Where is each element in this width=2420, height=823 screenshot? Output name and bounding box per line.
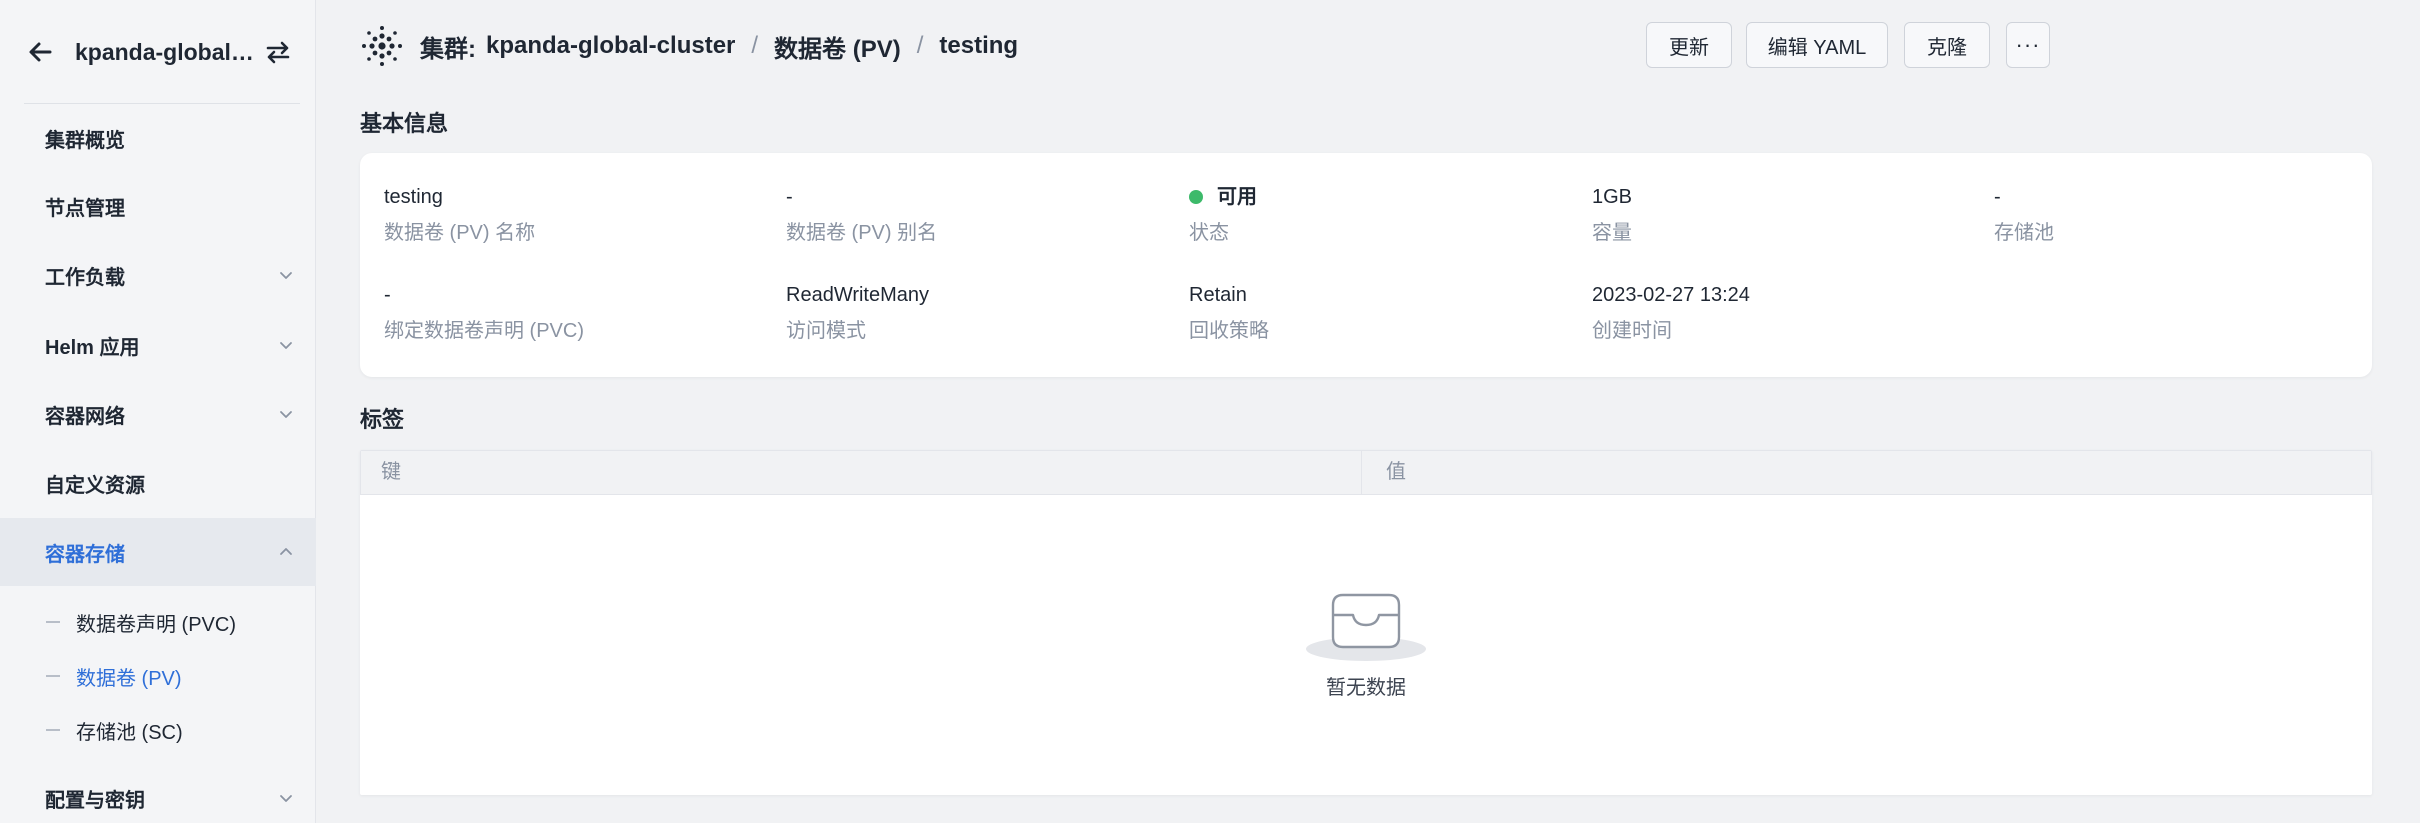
more-actions-button[interactable]: ··· xyxy=(2006,22,2050,68)
field-value: 1GB xyxy=(1592,186,1633,208)
empty-inbox-icon xyxy=(1306,593,1426,661)
sidebar-item-label: 工作负载 xyxy=(45,266,125,289)
sidebar-item-label: 容器网络 xyxy=(45,405,125,428)
sidebar-item-container-storage[interactable]: 容器存储 xyxy=(0,518,316,586)
sidebar-header: kpanda-global-... xyxy=(0,0,316,104)
sidebar-item-helm-apps[interactable]: Helm 应用 xyxy=(0,311,316,379)
dash-marker xyxy=(46,621,60,623)
breadcrumb-prefix: 集群: xyxy=(420,35,476,63)
chevron-up-icon xyxy=(280,548,292,555)
sidebar-subitem-sc[interactable]: 存储池 (SC) xyxy=(0,705,316,755)
chevron-down-icon xyxy=(280,342,292,349)
field-bound-pvc: - 绑定数据卷声明 (PVC) xyxy=(384,281,764,345)
sidebar-item-label: 配置与密钥 xyxy=(45,789,145,812)
basic-info-title: 基本信息 xyxy=(360,111,449,136)
chevron-down-icon xyxy=(280,411,292,418)
field-label: 数据卷 (PV) 别名 xyxy=(786,222,938,244)
field-status: 可用 状态 xyxy=(1189,183,1569,247)
field-value: 2023-02-27 13:24 xyxy=(1592,284,1750,306)
field-capacity: 1GB 容量 xyxy=(1592,183,1972,247)
column-header-key: 键 xyxy=(361,451,1362,494)
status-dot-icon xyxy=(1189,190,1203,204)
field-value: - xyxy=(786,186,793,208)
field-value: testing xyxy=(384,186,443,208)
table-header: 键 值 xyxy=(360,450,2372,495)
sidebar-item-label: 节点管理 xyxy=(45,197,125,220)
field-value: ReadWriteMany xyxy=(786,284,930,306)
breadcrumb-current: testing xyxy=(939,32,1019,59)
sidebar-item-node-management[interactable]: 节点管理 xyxy=(0,172,316,240)
breadcrumb-separator: / xyxy=(916,32,924,59)
field-label: 状态 xyxy=(1189,222,1229,244)
sidebar-item-cluster-overview[interactable]: 集群概览 xyxy=(0,104,316,172)
field-value: Retain xyxy=(1189,284,1247,306)
sidebar-item-label: Helm 应用 xyxy=(45,336,140,359)
field-label: 回收策略 xyxy=(1189,320,1269,342)
chevron-down-icon xyxy=(280,795,292,802)
field-reclaim-policy: Retain 回收策略 xyxy=(1189,281,1569,345)
column-header-value: 值 xyxy=(1386,461,1406,483)
field-value: - xyxy=(384,284,391,306)
basic-info-card: testing 数据卷 (PV) 名称 - 数据卷 (PV) 别名 可用 状态 … xyxy=(360,153,2372,377)
sidebar-subitem-pvc[interactable]: 数据卷声明 (PVC) xyxy=(0,597,316,647)
dash-marker xyxy=(46,675,60,677)
sidebar-item-config-secrets[interactable]: 配置与密钥 xyxy=(0,764,316,823)
sidebar-item-label: 容器存储 xyxy=(45,543,125,566)
field-access-mode: ReadWriteMany 访问模式 xyxy=(786,281,1166,345)
dash-marker xyxy=(46,729,60,731)
field-storage-class: - 存储池 xyxy=(1994,183,2374,247)
sidebar-subitem-label: 数据卷声明 (PVC) xyxy=(76,613,236,636)
sidebar-subitem-label: 数据卷 (PV) xyxy=(76,667,182,690)
field-label: 容量 xyxy=(1592,222,1632,244)
switch-arrows-icon[interactable] xyxy=(262,36,294,68)
cluster-logo-icon xyxy=(362,26,402,66)
field-pv-alias: - 数据卷 (PV) 别名 xyxy=(786,183,1166,247)
clone-button[interactable]: 克隆 xyxy=(1904,22,1990,68)
sidebar-item-label: 自定义资源 xyxy=(45,474,145,497)
breadcrumb-section[interactable]: 数据卷 (PV) xyxy=(774,29,901,64)
sidebar-item-workloads[interactable]: 工作负载 xyxy=(0,241,316,309)
field-created-at: 2023-02-27 13:24 创建时间 xyxy=(1592,281,1972,345)
labels-title: 标签 xyxy=(360,407,405,432)
sidebar-item-custom-resources[interactable]: 自定义资源 xyxy=(0,449,316,517)
sidebar-item-container-network[interactable]: 容器网络 xyxy=(0,380,316,448)
empty-text: 暂无数据 xyxy=(1326,677,1406,699)
header: 集群: kpanda-global-cluster / 数据卷 (PV) / t… xyxy=(316,0,2420,92)
field-label: 访问模式 xyxy=(786,320,866,342)
sidebar: kpanda-global-... 集群概览 节点管理 工作负载 Helm 应用… xyxy=(0,0,316,823)
edit-yaml-button[interactable]: 编辑 YAML xyxy=(1746,22,1888,68)
sidebar-subitem-label: 存储池 (SC) xyxy=(76,721,183,744)
field-pv-name: testing 数据卷 (PV) 名称 xyxy=(384,183,764,247)
field-value: 可用 xyxy=(1189,183,1569,211)
sidebar-item-label: 集群概览 xyxy=(45,129,125,152)
breadcrumb-cluster[interactable]: kpanda-global-cluster xyxy=(486,32,735,60)
labels-table: 键 值 暂无数据 xyxy=(360,450,2372,795)
status-badge: 可用 xyxy=(1217,186,1257,208)
field-label: 绑定数据卷声明 (PVC) xyxy=(384,320,584,342)
sidebar-subitem-pv[interactable]: 数据卷 (PV) xyxy=(0,651,316,701)
chevron-down-icon xyxy=(280,272,292,279)
breadcrumb: 集群: kpanda-global-cluster / 数据卷 (PV) / t… xyxy=(420,28,1018,64)
breadcrumb-separator: / xyxy=(751,32,759,59)
empty-state: 暂无数据 xyxy=(360,585,2372,700)
field-label: 数据卷 (PV) 名称 xyxy=(384,222,536,244)
field-label: 创建时间 xyxy=(1592,320,1672,342)
arrow-left-icon[interactable] xyxy=(24,36,56,68)
field-value: - xyxy=(1994,186,2001,208)
cluster-name: kpanda-global-... xyxy=(75,39,255,65)
field-label: 存储池 xyxy=(1994,222,2054,244)
update-button[interactable]: 更新 xyxy=(1646,22,1732,68)
